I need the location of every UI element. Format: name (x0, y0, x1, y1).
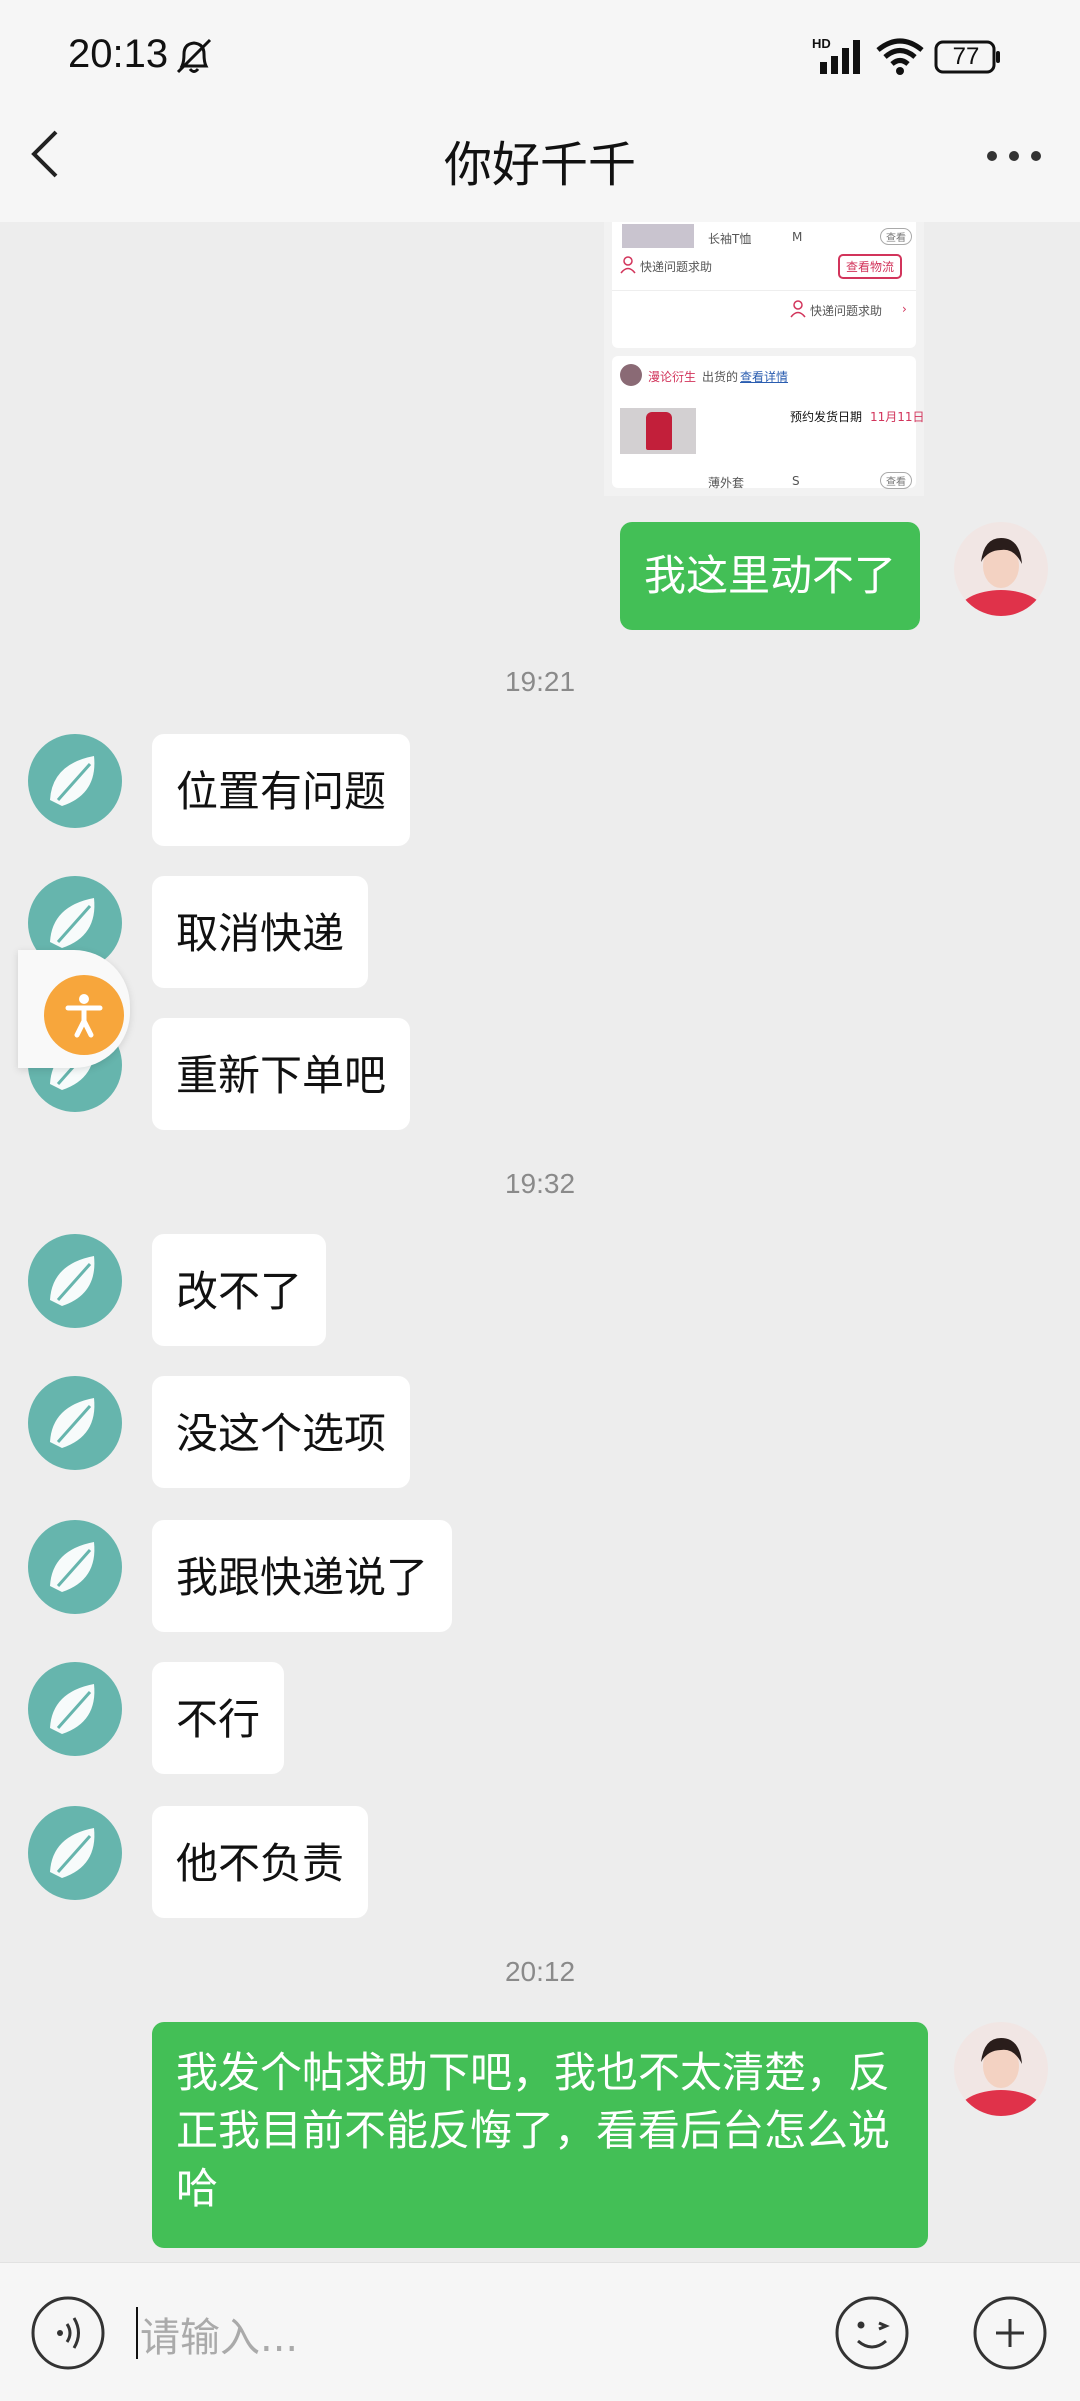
help-link: 快递问题求助 (810, 304, 883, 318)
signal-icon: HD (812, 36, 860, 74)
message-bubble-received[interactable]: 我跟快递说了 (152, 1520, 453, 1632)
shop-avatar[interactable] (28, 734, 122, 828)
divider (612, 290, 916, 291)
status-time: 20:13 (68, 32, 169, 76)
help-label: 快递问题求助 (640, 260, 713, 274)
shipped-label: 出货的 (702, 370, 739, 384)
message-bubble-received[interactable]: 不行 (152, 1662, 285, 1774)
accessibility-button[interactable] (44, 975, 124, 1055)
message-bubble-received[interactable]: 取消快递 (152, 876, 369, 988)
view-logistics-button: 查看物流 (838, 254, 903, 279)
message-timestamp: 20:12 (504, 1956, 576, 1987)
message-bubble-received[interactable]: 位置有问题 (152, 734, 411, 846)
network-label: HD (812, 36, 831, 51)
message-bubble-received[interactable]: 没这个选项 (152, 1376, 411, 1488)
emoji-icon[interactable] (834, 2295, 910, 2371)
text-cursor (136, 2307, 138, 2359)
add-icon[interactable] (972, 2295, 1048, 2371)
chat-title: 你好千千 (443, 137, 636, 193)
product-size: S (792, 474, 800, 488)
message-input[interactable]: 请输入... (140, 2305, 298, 2363)
ship-date-label: 预约发货日期 (790, 410, 863, 424)
accessibility-float[interactable] (18, 950, 130, 1068)
battery-level: 77 (952, 43, 980, 70)
message-timestamp: 19:32 (504, 1168, 576, 1199)
view-pill: 查看 (880, 228, 912, 245)
shop-avatar[interactable] (28, 1376, 122, 1470)
product-name: 长袖T恤 (708, 232, 752, 246)
wifi-icon (876, 38, 924, 75)
message-bubble-sent[interactable]: 我这里动不了 (620, 522, 921, 630)
view-pill: 查看 (880, 472, 912, 489)
order-card: 漫论衍生 出货的 查看详情 预约发货日期 11月11日 薄外套 S 查看 (612, 356, 924, 490)
shared-order-screenshot[interactable]: 长袖T恤 M 查看 快递问题求助 查看物流 快递问题求助 › 漫论衍生 出货的 … (604, 222, 924, 496)
chevron-right-icon: › (902, 302, 907, 316)
shop-avatar[interactable] (28, 1662, 122, 1756)
message-timestamp: 19:21 (504, 666, 576, 697)
shop-avatar (620, 364, 642, 386)
message-bubble-sent[interactable]: 我发个帖求助下吧，我也不太清楚，反正我目前不能反悔了，看看后台怎么说哈 (152, 2022, 928, 2248)
user-icon (790, 300, 806, 318)
message-bubble-received[interactable]: 改不了 (152, 1234, 327, 1346)
shop-avatar[interactable] (28, 1806, 122, 1900)
product-thumbnail (622, 224, 694, 248)
message-bubble-received[interactable]: 重新下单吧 (152, 1018, 411, 1130)
top-bar: 20:13 HD 77 你好千千 (0, 0, 1080, 222)
message-bubble-received[interactable]: 他不负责 (152, 1806, 369, 1918)
more-options-icon[interactable] (984, 136, 1044, 176)
my-avatar[interactable] (954, 522, 1048, 616)
battery-icon: 77 (934, 40, 1002, 74)
input-bar: 请输入... (0, 2262, 1080, 2401)
notifications-off-icon (176, 38, 212, 74)
dress-image (646, 412, 672, 450)
shop-name: 漫论衍生 (648, 370, 697, 384)
user-icon (620, 256, 636, 274)
details-link: 查看详情 (740, 370, 789, 384)
shop-avatar[interactable] (28, 1234, 122, 1328)
accessibility-icon (65, 994, 103, 1038)
product-thumbnail (620, 408, 696, 454)
voice-input-icon[interactable] (30, 2295, 106, 2371)
my-avatar[interactable] (954, 2022, 1048, 2116)
shop-avatar[interactable] (28, 1520, 122, 1614)
product-name: 薄外套 (708, 476, 745, 490)
ship-date: 11月11日 (870, 410, 924, 424)
order-card: 长袖T恤 M 查看 快递问题求助 查看物流 快递问题求助 › (612, 222, 916, 348)
product-size: M (792, 230, 803, 244)
